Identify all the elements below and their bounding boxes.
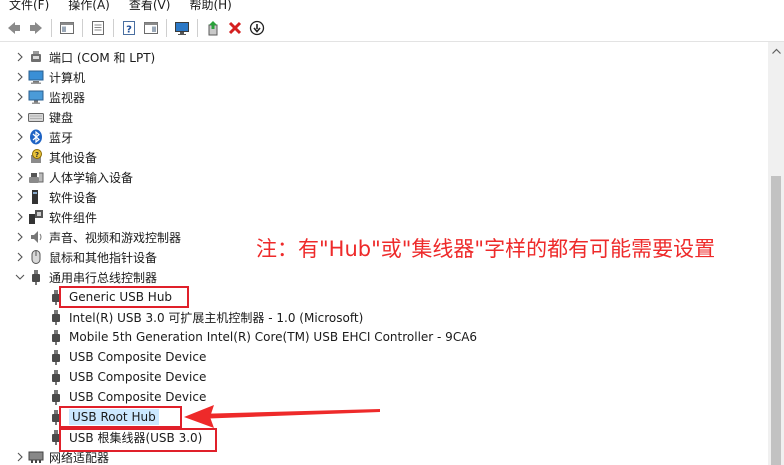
- annotation-arrow: [184, 405, 380, 428]
